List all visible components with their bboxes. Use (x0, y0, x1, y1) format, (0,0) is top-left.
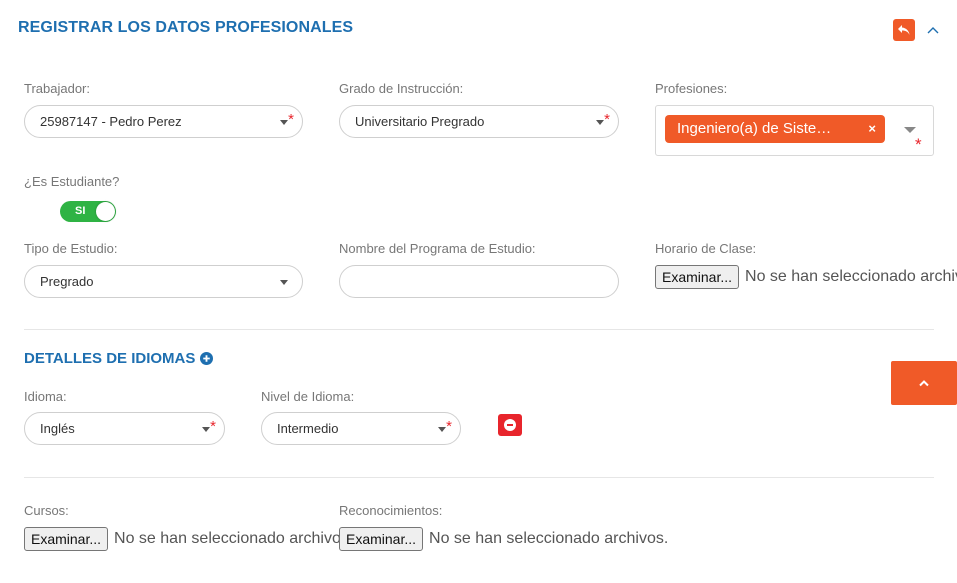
nivel-label: Nivel de Idioma: (261, 389, 355, 404)
grado-label: Grado de Instrucción: (339, 81, 464, 96)
chevron-up-icon[interactable] (925, 22, 941, 38)
cursos-file-status: No se han seleccionado archivos. (114, 530, 342, 547)
tipo-estudio-select[interactable]: Pregrado (24, 265, 303, 298)
nivel-select[interactable]: Intermedio * (261, 412, 461, 445)
trabajador-value: 25987147 - Pedro Perez (40, 114, 182, 129)
plus-circle-icon[interactable] (200, 352, 214, 365)
idioma-value: Inglés (40, 421, 75, 436)
profesion-tag: Ingeniero(a) de Siste… × (665, 115, 885, 143)
trabajador-label: Trabajador: (24, 81, 90, 96)
divider (24, 329, 934, 330)
idioma-select[interactable]: Inglés * (24, 412, 225, 445)
grado-select[interactable]: Universitario Pregrado * (339, 105, 619, 138)
profesiones-label: Profesiones: (655, 81, 728, 96)
minus-circle-icon (504, 419, 516, 431)
remove-tag-icon[interactable]: × (868, 115, 876, 143)
chevron-down-icon[interactable] (904, 127, 916, 133)
tipo-estudio-label: Tipo de Estudio: (24, 241, 118, 256)
idiomas-title-text: DETALLES DE IDIOMAS (24, 350, 196, 367)
tipo-estudio-value: Pregrado (40, 274, 94, 289)
scroll-to-top-button[interactable] (891, 361, 957, 405)
divider (24, 477, 934, 478)
chevron-down-icon (596, 120, 604, 125)
required-mark: * (288, 111, 294, 128)
reconocimientos-label: Reconocimientos: (339, 503, 443, 518)
trabajador-select[interactable]: 25987147 - Pedro Perez * (24, 105, 303, 138)
undo-arrow-icon (898, 25, 910, 35)
chevron-down-icon (202, 427, 210, 432)
chevron-up-icon (919, 380, 929, 387)
estudiante-toggle[interactable]: SI (60, 201, 116, 222)
required-mark: * (210, 418, 216, 435)
required-mark: * (604, 111, 610, 128)
grado-value: Universitario Pregrado (355, 114, 485, 129)
chevron-down-icon (438, 427, 446, 432)
chevron-down-icon (280, 280, 288, 285)
reconocimientos-file-input[interactable]: Examinar... No se han seleccionado archi… (339, 527, 739, 551)
idiomas-section-title: DETALLES DE IDIOMAS (24, 350, 214, 367)
chevron-down-icon (280, 120, 288, 125)
nivel-value: Intermedio (277, 421, 339, 436)
horario-label: Horario de Clase: (655, 241, 757, 256)
toggle-text: SI (75, 205, 86, 217)
idioma-label: Idioma: (24, 389, 67, 404)
horario-browse-button[interactable]: Examinar... (655, 265, 740, 289)
estudiante-label: ¿Es Estudiante? (24, 174, 120, 189)
horario-file-status: No se han seleccionado archivos. (745, 268, 957, 285)
reconocimientos-file-status: No se han seleccionado archivos. (429, 530, 669, 547)
programa-input[interactable] (339, 265, 619, 298)
horario-file-input[interactable]: Examinar... No se han seleccionado archi… (655, 265, 957, 289)
remove-idioma-button[interactable] (498, 414, 522, 436)
cursos-label: Cursos: (24, 503, 69, 518)
profesion-tag-label: Ingeniero(a) de Siste… (677, 120, 832, 137)
cursos-file-input[interactable]: Examinar... No se han seleccionado archi… (24, 527, 342, 551)
back-button[interactable] (893, 19, 915, 41)
required-mark: * (915, 135, 922, 154)
toggle-knob (96, 202, 115, 221)
profesiones-multiselect[interactable]: Ingeniero(a) de Siste… × * (655, 105, 934, 156)
programa-label: Nombre del Programa de Estudio: (339, 241, 536, 256)
required-mark: * (446, 418, 452, 435)
cursos-browse-button[interactable]: Examinar... (24, 527, 109, 551)
reconocimientos-browse-button[interactable]: Examinar... (339, 527, 424, 551)
page-title: REGISTRAR LOS DATOS PROFESIONALES (18, 19, 354, 36)
